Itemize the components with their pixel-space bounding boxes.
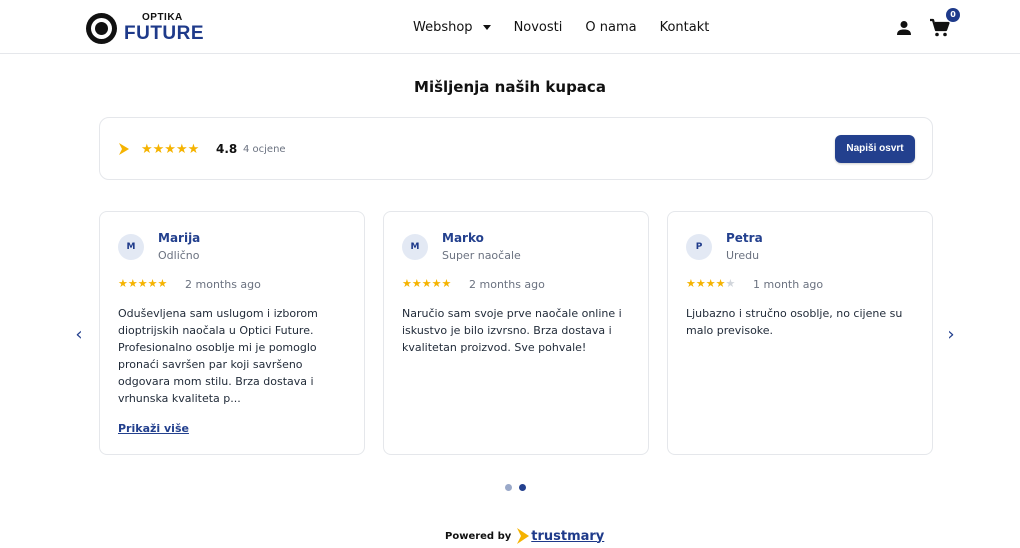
chevron-down-icon [482,24,491,30]
review-card: M Marija Odlično ★★★★★ 2 months ago Oduš… [99,211,365,455]
cart-count-badge: 0 [946,8,960,22]
nav-label: Kontakt [659,19,710,35]
user-icon[interactable] [896,20,912,36]
avatar: M [118,234,144,260]
nav-item-kontakt[interactable]: Kontakt [660,20,710,35]
trustmary-brand: trustmary [531,528,605,544]
logo-wordmark: OPTIKA FUTURE [124,12,205,44]
review-date: 2 months ago [469,278,545,291]
site-logo[interactable]: OPTIKA FUTURE [86,12,204,44]
review-author: Marko [442,231,484,245]
site-header: OPTIKA FUTURE Webshop Novosti O nama Kon… [0,0,1020,54]
pagination-dot-1[interactable] [505,484,512,491]
nav-item-novosti[interactable]: Novosti [514,20,563,35]
review-title: Super naočale [442,249,521,262]
review-card: M Marko Super naočale ★★★★★ 2 months ago… [383,211,649,455]
review-author: Petra [726,231,763,245]
trustmary-logo: trustmary [517,528,604,544]
trustmary-logo-icon [517,528,530,544]
review-date: 1 month ago [753,278,824,291]
star-on-icons: ★★★★★ [402,277,452,290]
logo-top-text: OPTIKA [142,12,183,23]
summary-rating: 4.8 [216,142,238,156]
review-stars: ★★★★★ [402,277,451,290]
star-on-icons: ★★★★ [686,277,726,290]
carousel-pagination [505,484,533,491]
review-stars: ★★★★★ [686,277,735,290]
nav-item-webshop[interactable]: Webshop [413,20,491,35]
nav-item-o-nama[interactable]: O nama [585,20,636,35]
review-stars: ★★★★★ [118,277,167,290]
star-on-icons: ★★★★★ [118,277,168,290]
avatar: M [402,234,428,260]
review-title: Odlično [158,249,200,262]
rating-summary: ★★★★★ 4.8 4 ocjene Napiši osvrt [99,117,933,180]
logo-bottom-text: FUTURE [124,23,205,44]
nav-label: O nama [585,19,637,35]
page-title: Mišljenja naših kupaca [414,78,606,96]
nav-label: Webshop [413,19,473,35]
main-nav: Webshop Novosti O nama Kontakt [413,0,709,54]
review-author: Marija [158,231,201,245]
powered-by-label: Powered by [445,530,512,542]
avatar: P [686,234,712,260]
review-title: Uredu [726,249,760,262]
lens-logo-icon [86,12,117,44]
nav-label: Novosti [513,19,563,35]
powered-by[interactable]: Powered by trustmary [445,528,604,544]
star-off-icons: ★ [725,277,736,290]
summary-stars: ★★★★★ [141,142,200,157]
pagination-dot-2[interactable] [519,484,526,491]
trustmary-logo-icon [119,143,129,155]
review-card: P Petra Uredu ★★★★★ 1 month ago Ljubazno… [667,211,933,455]
review-text: Oduševljena sam uslugom i izborom dioptr… [118,307,318,405]
review-text: Ljubazno i stručno osoblje, no cijene su… [686,307,903,337]
cart-icon[interactable] [929,18,951,38]
summary-count: 4 ocjene [243,144,286,155]
show-more-link[interactable]: Prikaži više [118,422,189,435]
review-text: Naručio sam svoje prve naočale online i … [402,307,622,354]
carousel-prev-button[interactable]: ‹ [72,325,86,345]
carousel-next-button[interactable]: › [944,325,958,345]
write-review-button[interactable]: Napiši osvrt [835,135,915,163]
review-date: 2 months ago [185,278,261,291]
